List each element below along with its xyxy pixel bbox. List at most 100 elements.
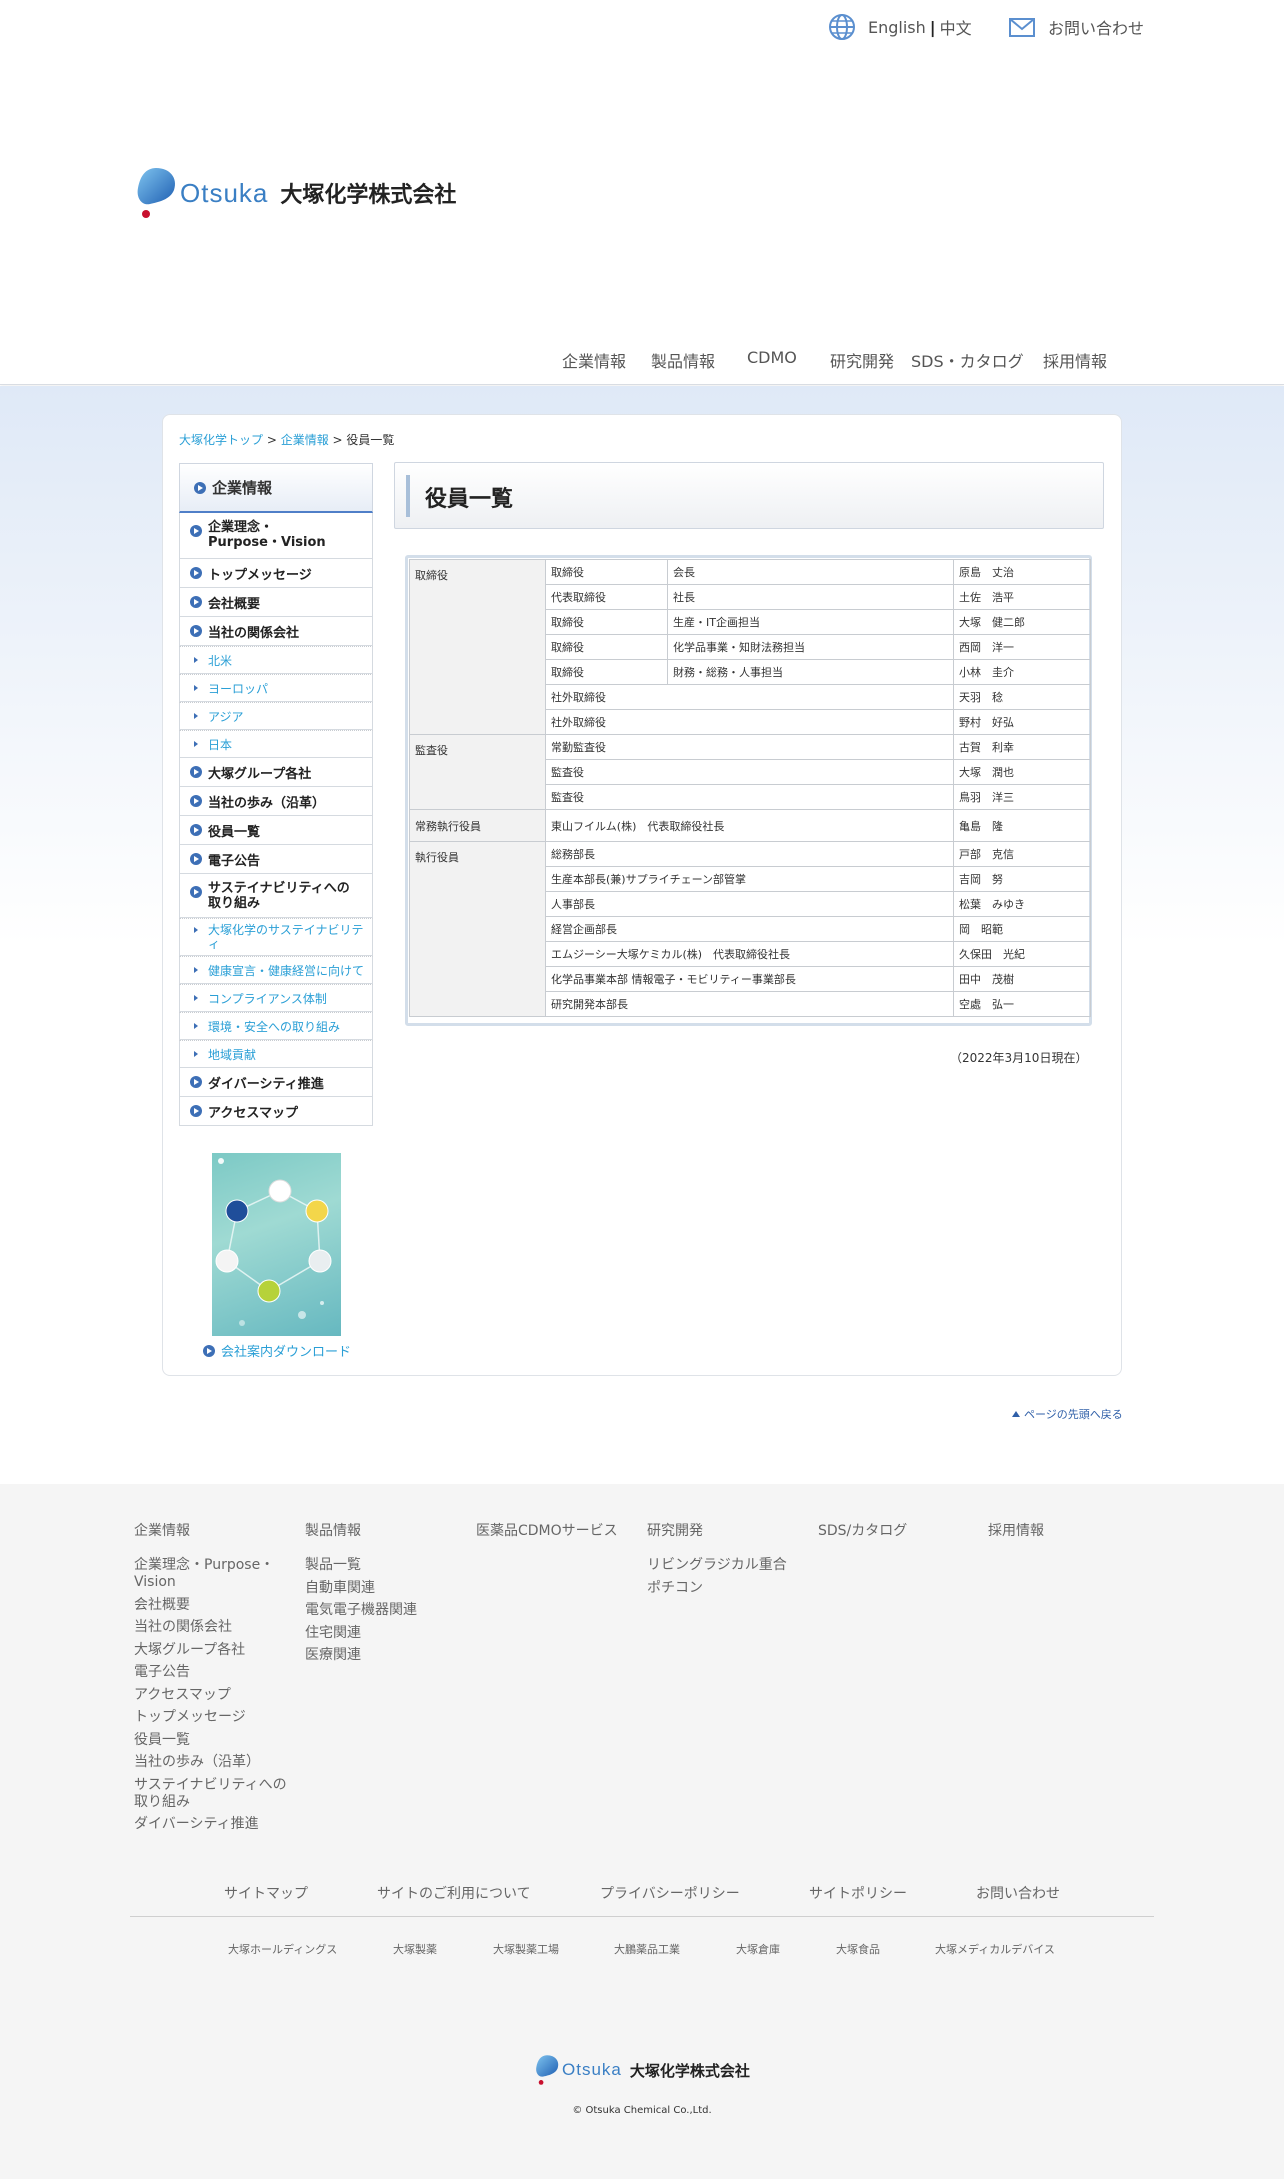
officer-category: 常務執行役員 — [409, 809, 546, 842]
contact-link[interactable]: お問い合わせ — [1008, 14, 1144, 40]
footer-link[interactable]: 製品一覧 — [305, 1557, 470, 1574]
officer-position: 社外取締役 — [545, 709, 954, 735]
sidebar-item-access-map[interactable]: アクセスマップ — [179, 1097, 373, 1126]
footer-link[interactable]: アクセスマップ — [134, 1687, 299, 1704]
sidebar-sub-community[interactable]: 地域貢献 — [179, 1040, 373, 1068]
sidebar-item-sustainability[interactable]: サステイナビリティへの 取り組み — [179, 874, 373, 918]
sidebar-heading[interactable]: 企業情報 — [179, 463, 373, 513]
footer-privacy-link[interactable]: プライバシーポリシー — [600, 1883, 740, 1903]
footer-link[interactable]: 自動車関連 — [305, 1580, 470, 1597]
sidebar-item-philosophy[interactable]: 企業理念・ Purpose・Vision — [179, 513, 373, 559]
group-link-warehouse[interactable]: 大塚倉庫 — [736, 1941, 780, 1957]
gnav-products[interactable]: 製品情報 — [651, 348, 715, 372]
footer-col-cdmo: 医薬品CDMOサービス — [476, 1522, 641, 1557]
officer-name: 西岡 洋一 — [953, 634, 1091, 660]
footer-terms-link[interactable]: サイトのご利用について — [377, 1883, 531, 1903]
sidebar-item-officers[interactable]: 役員一覧 — [179, 816, 373, 845]
gnav-research[interactable]: 研究開発 — [830, 348, 894, 372]
footer-link[interactable]: 企業理念・Purpose・Vision — [134, 1557, 284, 1591]
gnav-corporate[interactable]: 企業情報 — [562, 348, 626, 372]
footer-col-heading[interactable]: 製品情報 — [305, 1522, 470, 1557]
group-link-medical-devices[interactable]: 大塚メディカルデバイス — [935, 1941, 1055, 1957]
footer-col-heading[interactable]: 医薬品CDMOサービス — [476, 1522, 641, 1557]
group-link-holdings[interactable]: 大塚ホールディングス — [228, 1941, 337, 1957]
sidebar-item-history[interactable]: 当社の歩み（沿革） — [179, 787, 373, 816]
brochure-download-link[interactable]: 会社案内ダウンロード — [203, 1341, 351, 1360]
footer-link[interactable]: 当社の関係会社 — [134, 1619, 299, 1636]
arrow-bullet-icon — [190, 596, 202, 608]
officer-position: 常勤監査役 — [545, 734, 954, 760]
lang-chinese-link[interactable]: 中文 — [940, 15, 972, 39]
gnav-cdmo[interactable]: CDMO — [747, 348, 797, 367]
footer-link[interactable]: 役員一覧 — [134, 1732, 299, 1749]
footer-contact-link[interactable]: お問い合わせ — [976, 1883, 1060, 1903]
footer-link[interactable]: 医療関連 — [305, 1647, 470, 1664]
sidebar-item-group-companies[interactable]: 大塚グループ各社 — [179, 758, 373, 787]
sidebar-sub-europe[interactable]: ヨーロッパ — [179, 674, 373, 702]
footer-col-heading[interactable]: 企業情報 — [134, 1522, 299, 1557]
sidebar-sub-north-america[interactable]: 北米 — [179, 646, 373, 674]
group-link-foods[interactable]: 大塚食品 — [836, 1941, 880, 1957]
sidebar-sub-environment-safety[interactable]: 環境・安全への取り組み — [179, 1012, 373, 1040]
arrow-bullet-icon — [190, 1105, 202, 1117]
footer-col-heading[interactable]: 採用情報 — [988, 1522, 1153, 1557]
sidebar-sub-label: 健康宣言・健康経営に向けて — [208, 963, 365, 978]
footer-col-heading[interactable]: SDS/カタログ — [818, 1522, 983, 1557]
sidebar-sub-asia[interactable]: アジア — [179, 702, 373, 730]
footer-link[interactable]: 当社の歩み（沿革） — [134, 1754, 299, 1771]
sidebar-item-affiliates[interactable]: 当社の関係会社 — [179, 617, 373, 646]
footer-link[interactable]: 大塚グループ各社 — [134, 1642, 299, 1659]
group-link-pharmaceutical-factory[interactable]: 大塚製薬工場 — [493, 1941, 559, 1957]
triangle-bullet-icon — [194, 1051, 198, 1057]
footer-link[interactable]: ポチコン — [647, 1580, 812, 1597]
sidebar-item-label: 役員一覧 — [208, 824, 261, 840]
sidebar-item-diversity[interactable]: ダイバーシティ推進 — [179, 1068, 373, 1097]
footer-link[interactable]: リビングラジカル重合 — [647, 1557, 812, 1574]
arrow-bullet-icon — [194, 481, 206, 494]
footer-link[interactable]: サステイナビリティへの取り組み — [134, 1777, 294, 1811]
footer-link[interactable]: トップメッセージ — [134, 1709, 299, 1726]
page-top-link[interactable]: ページの先頭へ戻る — [1012, 1406, 1123, 1422]
officer-name: 岡 昭範 — [953, 916, 1091, 942]
officer-name: 亀島 隆 — [953, 809, 1091, 842]
officer-name: 戸部 克信 — [953, 841, 1091, 867]
copyright: © Otsuka Chemical Co.,Ltd. — [572, 2105, 712, 2116]
breadcrumb-sep: > — [328, 433, 347, 447]
group-link-pharmaceutical[interactable]: 大塚製薬 — [393, 1941, 437, 1957]
breadcrumb-home[interactable]: 大塚化学トップ — [179, 433, 263, 447]
sidebar-item-public-notice[interactable]: 電子公告 — [179, 845, 373, 874]
lang-english-link[interactable]: English — [868, 18, 926, 37]
sidebar-sub-compliance[interactable]: コンプライアンス体制 — [179, 984, 373, 1012]
breadcrumb-current: 役員一覧 — [346, 433, 395, 447]
site-logo[interactable]: Otsuka 大塚化学株式会社 — [134, 166, 456, 220]
footer-site-policy-link[interactable]: サイトポリシー — [809, 1883, 907, 1903]
sidebar-item-company-profile[interactable]: 会社概要 — [179, 588, 373, 617]
sidebar-sub-otsuka-sustainability[interactable]: 大塚化学のサステイナビリティ — [179, 918, 373, 956]
officer-position: 化学品事業本部 情報電子・モビリティー事業部長 — [545, 966, 954, 992]
officer-position: 取締役 — [545, 559, 668, 585]
footer-link[interactable]: 電気電子機器関連 — [305, 1602, 470, 1619]
officer-name: 鳥羽 洋三 — [953, 784, 1091, 810]
footer-link[interactable]: 会社概要 — [134, 1597, 299, 1614]
footer-sitemap-link[interactable]: サイトマップ — [224, 1883, 308, 1903]
breadcrumb-section[interactable]: 企業情報 — [281, 433, 329, 447]
brochure-thumbnail[interactable] — [212, 1153, 341, 1336]
officer-role: 化学品事業・知財法務担当 — [667, 634, 954, 660]
sidebar-sub-japan[interactable]: 日本 — [179, 730, 373, 758]
gnav-recruit[interactable]: 採用情報 — [1043, 348, 1107, 372]
gnav-sds-catalog[interactable]: SDS・カタログ — [911, 348, 1024, 372]
footer-link[interactable]: 住宅関連 — [305, 1625, 470, 1642]
officer-position: 東山フイルム(株) 代表取締役社長 — [545, 809, 954, 842]
sidebar-item-label: 電子公告 — [208, 853, 261, 869]
sidebar-sub-health[interactable]: 健康宣言・健康経営に向けて — [179, 956, 373, 984]
officer-name: 小林 圭介 — [953, 659, 1091, 685]
footer-link[interactable]: 電子公告 — [134, 1664, 299, 1681]
footer-divider — [130, 1916, 1154, 1917]
footer-col-heading[interactable]: 研究開発 — [647, 1522, 812, 1557]
page-title: 役員一覧 — [425, 487, 514, 512]
officer-name: 土佐 浩平 — [953, 584, 1091, 610]
group-link-taiho[interactable]: 大鵬薬品工業 — [614, 1941, 680, 1957]
footer-link[interactable]: ダイバーシティ推進 — [134, 1816, 299, 1833]
footer-logo[interactable]: Otsuka 大塚化学株式会社 — [534, 2053, 750, 2087]
sidebar-item-top-message[interactable]: トップメッセージ — [179, 559, 373, 588]
